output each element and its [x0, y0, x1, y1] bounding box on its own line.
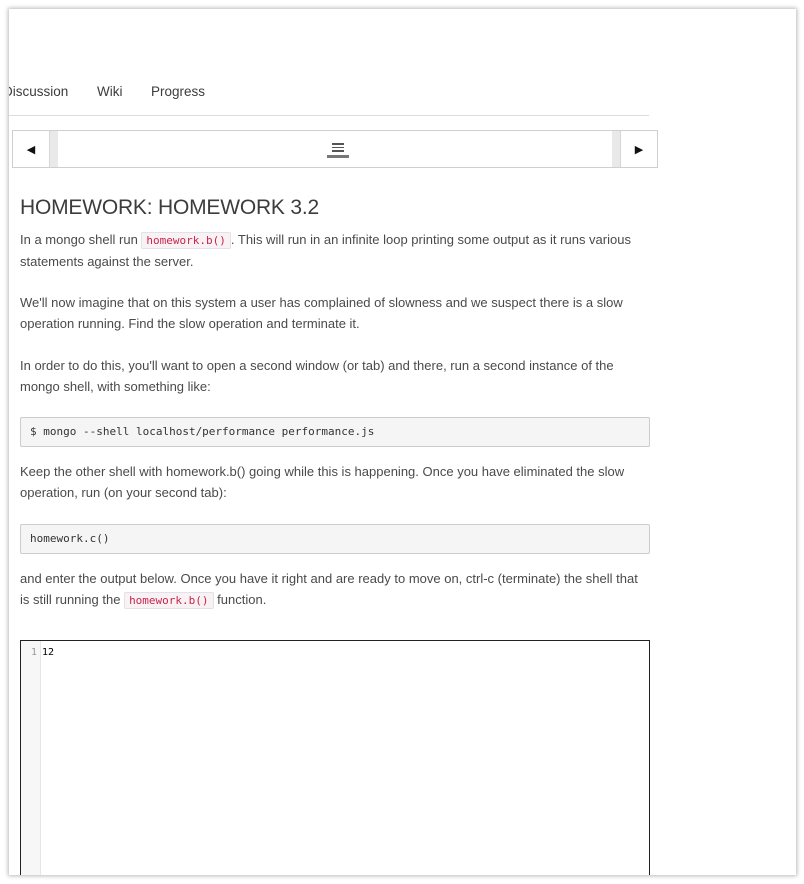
- problem-content: HOMEWORK: HOMEWORK 3.2 In a mongo shell …: [20, 195, 650, 611]
- paragraph-2: We'll now imagine that on this system a …: [20, 295, 623, 332]
- paragraph-1: In a mongo shell run homework.b(). This …: [20, 232, 631, 270]
- next-unit-button[interactable]: ▶: [620, 131, 657, 167]
- triangle-left-icon: ◀: [26, 143, 36, 156]
- code-block-mongo-shell: $ mongo --shell localhost/performance pe…: [20, 417, 650, 448]
- triangle-right-icon: ▶: [634, 143, 644, 156]
- problem-title: HOMEWORK: HOMEWORK 3.2: [20, 196, 319, 219]
- sequence-scroll-left: [50, 131, 58, 167]
- course-nav: Discussion Wiki Progress: [9, 80, 649, 116]
- sequence-item-problem[interactable]: [327, 140, 349, 162]
- browser-window: Discussion Wiki Progress ◀ ▶ HOMEWORK: H…: [9, 9, 796, 875]
- tab-discussion[interactable]: Discussion: [9, 84, 68, 99]
- tab-progress[interactable]: Progress: [151, 84, 205, 99]
- paragraph-3: In order to do this, you'll want to open…: [20, 358, 614, 395]
- inline-code: homework.b(): [124, 592, 214, 610]
- code-block-homework-c: homework.c(): [20, 524, 650, 555]
- line-number: 1: [30, 647, 37, 658]
- active-indicator: [327, 155, 349, 158]
- paragraph-5: and enter the output below. Once you hav…: [20, 571, 638, 610]
- sequence-scroll-right: [612, 131, 620, 167]
- sequence-nav: ◀ ▶: [12, 130, 658, 168]
- inline-code: homework.b(): [141, 232, 231, 250]
- editor-gutter: 1: [21, 641, 41, 875]
- previous-unit-button[interactable]: ◀: [13, 131, 50, 167]
- answer-code-editor[interactable]: 1 12: [20, 640, 650, 875]
- list-icon: [332, 143, 344, 152]
- paragraph-4: Keep the other shell with homework.b() g…: [20, 464, 625, 501]
- tab-wiki[interactable]: Wiki: [97, 84, 123, 99]
- editor-text[interactable]: 12: [42, 647, 54, 658]
